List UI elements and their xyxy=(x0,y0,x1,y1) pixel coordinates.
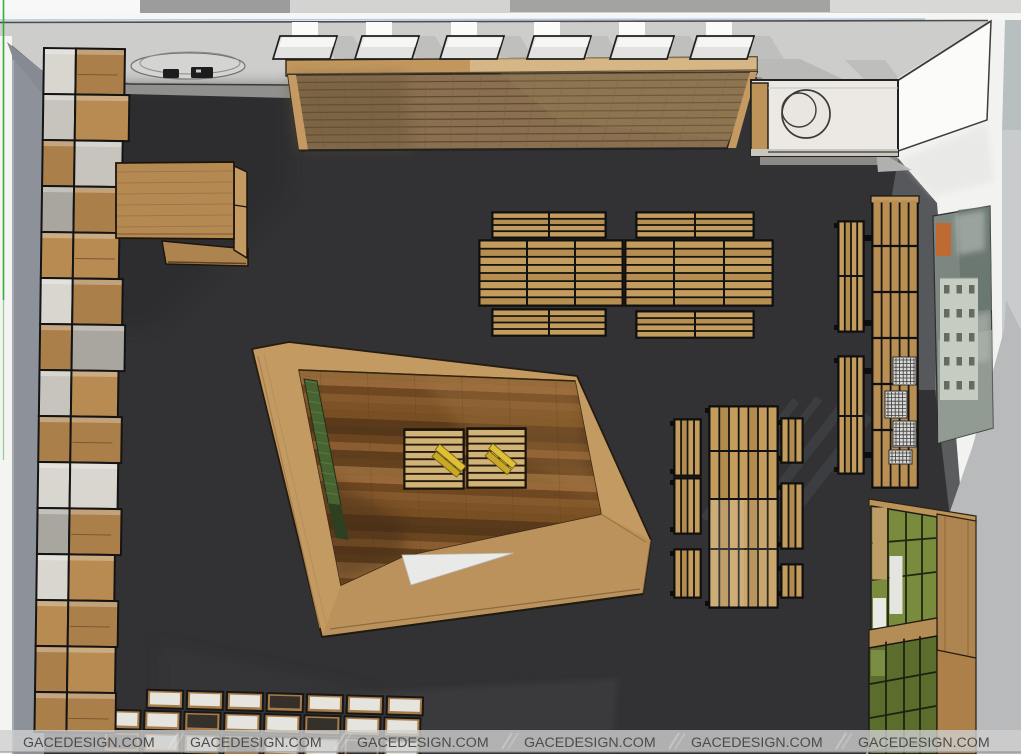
svg-text:GACEDESIGN.COM: GACEDESIGN.COM xyxy=(190,735,322,751)
svg-text:GACEDESIGN.COM: GACEDESIGN.COM xyxy=(23,735,155,751)
svg-text:GACEDESIGN.COM: GACEDESIGN.COM xyxy=(858,735,990,751)
svg-text:GACEDESIGN.COM: GACEDESIGN.COM xyxy=(357,735,489,751)
svg-text:GACEDESIGN.COM: GACEDESIGN.COM xyxy=(524,735,656,751)
svg-text:GACEDESIGN.COM: GACEDESIGN.COM xyxy=(691,735,823,751)
